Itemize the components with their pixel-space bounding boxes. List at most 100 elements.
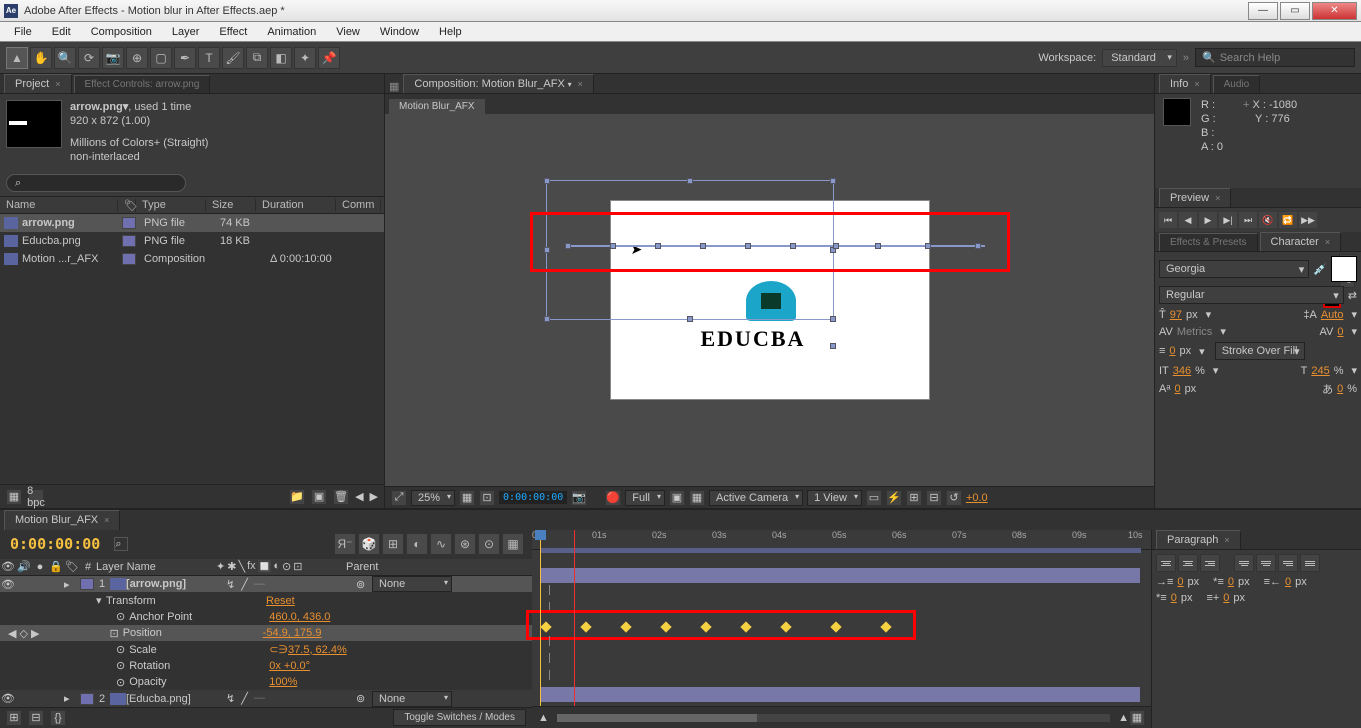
paragraph-tab[interactable]: Paragraph× xyxy=(1156,530,1241,549)
audio-col-icon[interactable]: 🔊 xyxy=(16,560,32,573)
rotobrush-tool[interactable]: ✦ xyxy=(294,47,316,69)
camera-select[interactable]: Active Camera xyxy=(709,490,803,506)
effect-controls-tab[interactable]: Effect Controls: arrow.png xyxy=(74,75,211,93)
close-button[interactable]: ✕ xyxy=(1312,2,1357,20)
col-duration[interactable]: Duration xyxy=(256,199,336,211)
search-icon[interactable]: ⌕ xyxy=(114,537,128,551)
col-type[interactable]: Type xyxy=(136,199,206,211)
project-search[interactable] xyxy=(6,174,186,192)
flowchart-icon[interactable]: ⊟ xyxy=(926,490,942,506)
baseline-value[interactable]: 0 xyxy=(1174,383,1180,395)
maximize-button[interactable]: ▭ xyxy=(1280,2,1310,20)
shy-icon[interactable]: Я⁻ xyxy=(334,533,356,555)
menu-layer[interactable]: Layer xyxy=(162,22,210,41)
col-comment[interactable]: Comm xyxy=(336,199,381,211)
kerning-value[interactable]: Metrics xyxy=(1177,326,1212,338)
project-row[interactable]: Motion ...r_AFX Composition Δ 0:00:10:00 xyxy=(0,250,384,268)
expand-icon[interactable]: ⊞ xyxy=(6,710,22,726)
current-time-display[interactable]: 0:00:00:00 xyxy=(0,535,110,553)
leading-value[interactable]: Auto xyxy=(1321,309,1344,321)
transparency-icon[interactable]: ▦ xyxy=(689,490,705,506)
channel-icon[interactable]: 🔴 xyxy=(605,490,621,506)
next-frame-button[interactable]: ▶| xyxy=(1219,212,1237,228)
hand-tool[interactable]: ✋ xyxy=(30,47,52,69)
video-col-icon[interactable]: 👁 xyxy=(0,560,16,573)
stroke-option-select[interactable]: Stroke Over Fill xyxy=(1215,342,1305,360)
frameblend-icon[interactable]: ⊞ xyxy=(382,533,404,555)
brackets-icon[interactable]: {} xyxy=(50,710,66,726)
clone-tool[interactable]: ⧉ xyxy=(246,47,268,69)
pen-tool[interactable]: ✒ xyxy=(174,47,196,69)
camera-tool[interactable]: 📷 xyxy=(102,47,124,69)
justify-left-button[interactable] xyxy=(1234,554,1254,572)
project-settings-icon[interactable]: ▦ xyxy=(6,489,22,505)
draft3d-icon[interactable]: 🎲 xyxy=(358,533,380,555)
project-row[interactable]: Educba.png PNG file 18 KB xyxy=(0,232,384,250)
indent-left-value[interactable]: 0 xyxy=(1177,576,1183,588)
layer-bar[interactable] xyxy=(540,687,1140,702)
align-left-button[interactable] xyxy=(1156,554,1176,572)
composition-tab[interactable]: Composition: Motion Blur_AFX ▾× xyxy=(403,74,593,93)
swap-colors-icon[interactable]: ⇄ xyxy=(1348,289,1357,302)
character-tab[interactable]: Character× xyxy=(1260,232,1342,251)
layer-bar[interactable] xyxy=(540,568,1140,583)
first-frame-button[interactable]: ⏮ xyxy=(1159,212,1177,228)
menu-window[interactable]: Window xyxy=(370,22,429,41)
mute-button[interactable]: 🔇 xyxy=(1259,212,1277,228)
shape-tool[interactable]: ▢ xyxy=(150,47,172,69)
puppet-tool[interactable]: 📌 xyxy=(318,47,340,69)
space-after-value[interactable]: 0 xyxy=(1223,592,1229,604)
exposure-value[interactable]: +0.0 xyxy=(966,492,988,504)
timeline-tracks[interactable]: 00s 01s 02s 03s 04s 05s 06s 07s 08s 09s … xyxy=(532,530,1151,728)
eyedropper-icon[interactable]: 💉 xyxy=(1313,263,1327,276)
opacity-row[interactable]: ⊙ Opacity 100% xyxy=(0,674,532,690)
render-icon[interactable]: ⊟ xyxy=(28,710,44,726)
rotation-row[interactable]: ⊙ Rotation 0x +0.0° xyxy=(0,658,532,674)
label-col-icon[interactable]: 🏷 xyxy=(64,560,80,573)
menu-edit[interactable]: Edit xyxy=(42,22,81,41)
new-comp-icon[interactable]: ▣ xyxy=(311,489,327,505)
timecode-display[interactable]: 0:00:00:00 xyxy=(499,491,567,504)
font-family-select[interactable]: Georgia xyxy=(1159,260,1309,278)
preview-tab[interactable]: Preview× xyxy=(1159,188,1231,207)
tsume-value[interactable]: 0 xyxy=(1337,383,1343,395)
timeline-layer-row[interactable]: 👁 ▸ 1 [arrow.png] ↯╱— ⊚ None xyxy=(0,576,532,592)
solo-col-icon[interactable]: ● xyxy=(32,561,48,573)
menu-composition[interactable]: Composition xyxy=(81,22,162,41)
help-search[interactable]: 🔍Search Help xyxy=(1195,48,1355,67)
rotate-tool[interactable]: ⟳ xyxy=(78,47,100,69)
comp-subtab[interactable]: Motion Blur_AFX xyxy=(389,99,485,114)
project-tab[interactable]: Project× xyxy=(4,74,72,93)
project-row[interactable]: arrow.png PNG file 74 KB xyxy=(0,214,384,232)
transform-row[interactable]: ▾ Transform Reset xyxy=(0,592,532,608)
zoom-tool[interactable]: 🔍 xyxy=(54,47,76,69)
brush-tool[interactable]: 🖌 xyxy=(222,47,244,69)
time-ruler[interactable]: 00s 01s 02s 03s 04s 05s 06s 07s 08s 09s … xyxy=(532,530,1151,550)
composition-viewport[interactable]: EDUCBA ➤ xyxy=(385,114,1154,486)
font-size-value[interactable]: 97 xyxy=(1170,309,1182,321)
timeline-icon[interactable]: ⊞ xyxy=(906,490,922,506)
last-frame-button[interactable]: ⏭ xyxy=(1239,212,1257,228)
parent-select[interactable]: None xyxy=(372,691,452,707)
label-swatch[interactable] xyxy=(122,253,136,265)
menu-view[interactable]: View xyxy=(326,22,370,41)
justify-center-button[interactable] xyxy=(1256,554,1276,572)
justify-right-button[interactable] xyxy=(1278,554,1298,572)
roi-icon[interactable]: ▣ xyxy=(669,490,685,506)
anchor-point-row[interactable]: ⊙ Anchor Point 460.0, 436.0 xyxy=(0,609,532,625)
motionblur-icon[interactable]: ◐ xyxy=(406,533,428,555)
lock-col-icon[interactable]: 🔒 xyxy=(48,560,64,573)
pan-behind-tool[interactable]: ⊕ xyxy=(126,47,148,69)
space-before-value[interactable]: 0 xyxy=(1171,592,1177,604)
prev-frame-button[interactable]: ◀ xyxy=(1179,212,1197,228)
new-folder-icon[interactable]: 📁 xyxy=(289,489,305,505)
type-tool[interactable]: T xyxy=(198,47,220,69)
label-swatch[interactable] xyxy=(122,235,136,247)
bpc-toggle[interactable]: 8 bpc xyxy=(28,489,44,505)
first-line-value[interactable]: 0 xyxy=(1228,576,1234,588)
work-area-bar[interactable] xyxy=(540,548,1141,553)
frame-icon[interactable]: ⊡ xyxy=(479,490,495,506)
menu-animation[interactable]: Animation xyxy=(257,22,326,41)
indent-right-value[interactable]: 0 xyxy=(1285,576,1291,588)
timeline-layer-row[interactable]: 👁 ▸ 2 [Educba.png] ↯╱— ⊚ None xyxy=(0,690,532,706)
